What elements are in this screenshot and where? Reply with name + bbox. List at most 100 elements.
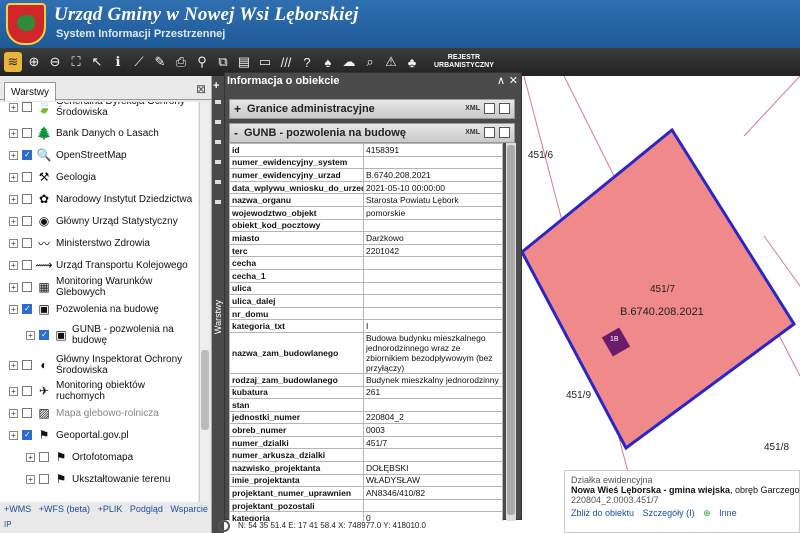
layer-checkbox[interactable]	[22, 408, 32, 418]
expand-icon[interactable]: +	[26, 452, 35, 462]
print-icon[interactable]	[499, 127, 510, 138]
layer-checkbox[interactable]	[22, 102, 32, 112]
layer-checkbox[interactable]	[22, 150, 32, 160]
layer-checkbox[interactable]	[22, 282, 32, 292]
layer-checkbox[interactable]	[22, 386, 32, 396]
zoom-to-object-link[interactable]: Zbliż do obiektu	[571, 508, 634, 518]
expand-icon[interactable]: +	[9, 386, 18, 396]
layer-item[interactable]: + 🌲 Bank Danych o Lasach	[0, 122, 198, 144]
collapse-icon[interactable]: -	[234, 126, 238, 140]
layer-checkbox[interactable]	[22, 260, 32, 270]
zoom-out-icon[interactable]: ⊖	[46, 52, 64, 72]
print-icon[interactable]: ⎙	[172, 52, 190, 72]
add-wms-link[interactable]: +WMS	[4, 504, 31, 514]
layer-item[interactable]: + ⚑ Ortofotomapa	[0, 446, 198, 468]
warning-icon[interactable]: ⚠	[382, 52, 400, 72]
expand-icon[interactable]: +	[9, 282, 18, 292]
urban-register-button[interactable]: REJESTR URBANISTYCZNY	[434, 54, 494, 70]
layers-icon[interactable]: ≋	[4, 52, 22, 72]
xml-export-icon[interactable]: XML	[465, 105, 480, 112]
locate-icon[interactable]	[218, 520, 230, 532]
layer-item[interactable]: + ▦ Monitoring Warunków Glebowych	[0, 276, 198, 298]
layer-checkbox[interactable]	[39, 452, 49, 462]
cloud-icon[interactable]: ☁	[340, 52, 358, 72]
layer-item[interactable]: + ▣ Pozwolenia na budowę	[0, 298, 198, 320]
collapsed-side-tab[interactable]: + Warstwy	[212, 76, 224, 533]
details-link[interactable]: Szczegóły (I)	[643, 508, 695, 518]
expand-icon[interactable]: +	[9, 102, 18, 112]
layer-item[interactable]: + ⚑ Ukształtowanie terenu	[0, 468, 198, 490]
close-icon[interactable]: ⊠	[196, 82, 206, 96]
pointer-icon[interactable]: ↖	[88, 52, 106, 72]
copy-icon[interactable]: ⧉	[214, 52, 232, 72]
expand-icon[interactable]: +	[9, 238, 18, 248]
layer-item[interactable]: + ✈ Monitoring obiektów ruchomych	[0, 380, 198, 402]
tree-icon[interactable]: ♣	[403, 52, 421, 72]
expand-icon[interactable]: +	[9, 430, 18, 440]
layer-item[interactable]: + ◐ Główny Inspektorat Ochrony Środowiska	[0, 350, 198, 380]
expand-icon[interactable]: +	[26, 330, 35, 340]
edit-icon[interactable]: ✎	[151, 52, 169, 72]
section-gunb-permits[interactable]: - GUNB - pozwolenia na budowę XML	[229, 123, 515, 143]
expand-icon[interactable]: +	[9, 260, 18, 270]
support-link[interactable]: Wsparcie	[170, 504, 208, 514]
layer-item[interactable]: + ⟿ Urząd Transportu Kolejowego	[0, 254, 198, 276]
expand-icon[interactable]: +	[9, 408, 18, 418]
search-icon[interactable]: ⚲	[193, 52, 211, 72]
add-icon[interactable]: ⊕	[703, 508, 711, 518]
magnifier-icon[interactable]: ⌕	[361, 52, 379, 72]
info-icon[interactable]: ℹ	[109, 52, 127, 72]
layer-item[interactable]: + 🍃 Generalna Dyrekcja Ochrony Środowiska	[0, 102, 198, 122]
layer-checkbox[interactable]	[22, 172, 32, 182]
layer-item[interactable]: + ▨ Mapa glebowo-rolnicza	[0, 402, 198, 424]
layer-checkbox[interactable]	[22, 360, 32, 370]
expand-icon[interactable]: +	[9, 128, 18, 138]
expand-icon[interactable]: +	[9, 172, 18, 182]
layer-item[interactable]: + ⚑ Geoportal.gov.pl	[0, 424, 198, 446]
expand-icon[interactable]: +	[9, 304, 18, 314]
ip-link[interactable]: IP	[4, 520, 12, 529]
layer-checkbox[interactable]	[22, 430, 32, 440]
zoom-extent-icon[interactable]: ⛶	[67, 52, 85, 72]
layer-checkbox[interactable]	[39, 330, 49, 340]
layers-scrollbar[interactable]	[199, 102, 209, 502]
layer-item[interactable]: + ▣ GUNB - pozwolenia na budowę	[0, 320, 198, 350]
layer-checkbox[interactable]	[22, 128, 32, 138]
layer-item[interactable]: + ⚒ Geologia	[0, 166, 198, 188]
expand-icon[interactable]: +	[9, 150, 18, 160]
print-icon[interactable]	[499, 103, 510, 114]
expand-icon[interactable]: +	[9, 360, 18, 370]
layer-item[interactable]: + 〰 Ministerstwo Zdrowia	[0, 232, 198, 254]
section-admin-boundaries[interactable]: + Granice administracyjne XML	[229, 99, 515, 119]
tab-layers[interactable]: Warstwy	[4, 82, 56, 101]
table-icon[interactable]: ▤	[235, 52, 253, 72]
layer-checkbox[interactable]	[22, 216, 32, 226]
hatch-icon[interactable]: ///	[277, 52, 295, 72]
help-icon[interactable]: ?	[298, 52, 316, 72]
zoom-in-icon[interactable]: ⊕	[25, 52, 43, 72]
table-icon[interactable]	[484, 103, 495, 114]
popup-scrollbar[interactable]	[506, 143, 516, 521]
minimize-icon[interactable]: ∧	[497, 74, 505, 87]
layer-item[interactable]: + 🔍 OpenStreetMap	[0, 144, 198, 166]
add-file-link[interactable]: +PLIK	[98, 504, 123, 514]
layer-checkbox[interactable]	[22, 194, 32, 204]
expand-icon[interactable]: +	[26, 474, 35, 484]
layer-checkbox[interactable]	[22, 238, 32, 248]
expand-icon[interactable]: +	[234, 102, 241, 116]
expand-icon[interactable]: +	[9, 194, 18, 204]
close-icon[interactable]: ✕	[509, 74, 518, 87]
xml-export-icon[interactable]: XML	[465, 129, 480, 136]
layer-checkbox[interactable]	[22, 304, 32, 314]
layer-checkbox[interactable]	[39, 474, 49, 484]
add-wfs-link[interactable]: +WFS (beta)	[39, 504, 90, 514]
layout-icon[interactable]: ▭	[256, 52, 274, 72]
layer-item[interactable]: + ◉ Główny Urząd Statystyczny	[0, 210, 198, 232]
preview-link[interactable]: Podgląd	[130, 504, 163, 514]
expand-icon[interactable]: +	[9, 216, 18, 226]
layer-item[interactable]: + ✿ Narodowy Instytut Dziedzictwa	[0, 188, 198, 210]
plus-icon[interactable]: +	[213, 80, 219, 92]
measure-icon[interactable]: ⟋	[130, 52, 148, 72]
parcel-icon[interactable]: ♠	[319, 52, 337, 72]
other-link[interactable]: Inne	[719, 508, 737, 518]
